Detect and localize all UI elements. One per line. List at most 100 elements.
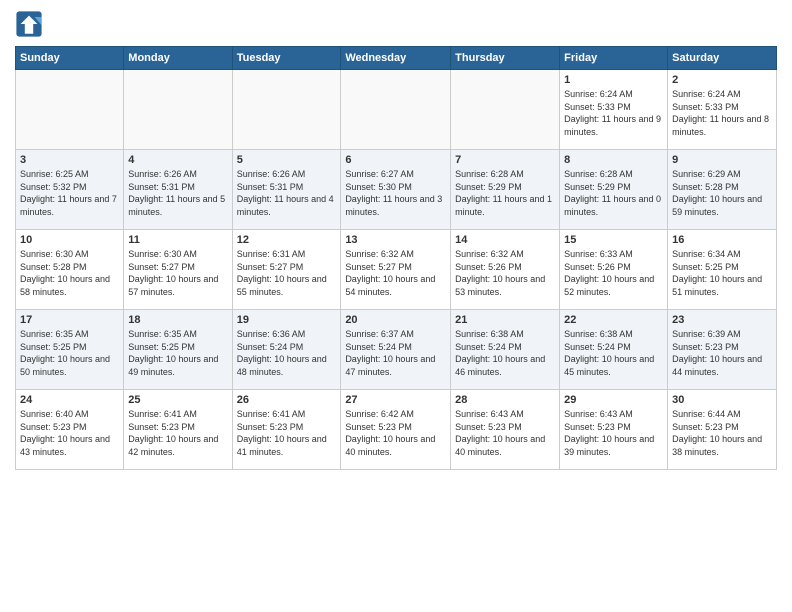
day-number: 19: [237, 314, 337, 326]
calendar-cell: 25 Sunrise: 6:41 AM Sunset: 5:23 PM Dayli…: [124, 390, 232, 470]
weekday-header: Monday: [124, 47, 232, 70]
calendar-cell: 1 Sunrise: 6:24 AM Sunset: 5:33 PM Daylig…: [560, 70, 668, 150]
day-info: Sunrise: 6:44 AM Sunset: 5:23 PM Dayligh…: [672, 408, 772, 458]
day-info: Sunrise: 6:41 AM Sunset: 5:23 PM Dayligh…: [128, 408, 227, 458]
day-number: 11: [128, 234, 227, 246]
calendar-header-row: SundayMondayTuesdayWednesdayThursdayFrid…: [16, 47, 777, 70]
day-info: Sunrise: 6:40 AM Sunset: 5:23 PM Dayligh…: [20, 408, 119, 458]
calendar-week-row: 3 Sunrise: 6:25 AM Sunset: 5:32 PM Daylig…: [16, 150, 777, 230]
day-number: 16: [672, 234, 772, 246]
day-number: 22: [564, 314, 663, 326]
day-info: Sunrise: 6:28 AM Sunset: 5:29 PM Dayligh…: [564, 168, 663, 218]
calendar-cell: 4 Sunrise: 6:26 AM Sunset: 5:31 PM Daylig…: [124, 150, 232, 230]
calendar-cell: [451, 70, 560, 150]
calendar-cell: [124, 70, 232, 150]
day-info: Sunrise: 6:32 AM Sunset: 5:26 PM Dayligh…: [455, 248, 555, 298]
day-info: Sunrise: 6:36 AM Sunset: 5:24 PM Dayligh…: [237, 328, 337, 378]
day-number: 7: [455, 154, 555, 166]
calendar-cell: 7 Sunrise: 6:28 AM Sunset: 5:29 PM Daylig…: [451, 150, 560, 230]
day-number: 25: [128, 394, 227, 406]
calendar-cell: 22 Sunrise: 6:38 AM Sunset: 5:24 PM Dayli…: [560, 310, 668, 390]
day-number: 29: [564, 394, 663, 406]
day-number: 13: [345, 234, 446, 246]
calendar-cell: 30 Sunrise: 6:44 AM Sunset: 5:23 PM Dayli…: [668, 390, 777, 470]
calendar-cell: 24 Sunrise: 6:40 AM Sunset: 5:23 PM Dayli…: [16, 390, 124, 470]
day-info: Sunrise: 6:24 AM Sunset: 5:33 PM Dayligh…: [672, 88, 772, 138]
day-info: Sunrise: 6:35 AM Sunset: 5:25 PM Dayligh…: [20, 328, 119, 378]
calendar-cell: 21Sunrise: 6:38 AM Sunset: 5:24 PM Dayli…: [451, 310, 560, 390]
day-info: Sunrise: 6:35 AM Sunset: 5:25 PM Dayligh…: [128, 328, 227, 378]
weekday-header: Friday: [560, 47, 668, 70]
weekday-header: Wednesday: [341, 47, 451, 70]
day-number: 27: [345, 394, 446, 406]
day-info: Sunrise: 6:25 AM Sunset: 5:32 PM Dayligh…: [20, 168, 119, 218]
day-number: 3: [20, 154, 119, 166]
day-info: Sunrise: 6:31 AM Sunset: 5:27 PM Dayligh…: [237, 248, 337, 298]
calendar-cell: 14 Sunrise: 6:32 AM Sunset: 5:26 PM Dayli…: [451, 230, 560, 310]
day-info: Sunrise: 6:26 AM Sunset: 5:31 PM Dayligh…: [237, 168, 337, 218]
day-number: 9: [672, 154, 772, 166]
calendar-cell: 2 Sunrise: 6:24 AM Sunset: 5:33 PM Daylig…: [668, 70, 777, 150]
calendar-cell: [341, 70, 451, 150]
day-info: Sunrise: 6:27 AM Sunset: 5:30 PM Dayligh…: [345, 168, 446, 218]
calendar-week-row: 24 Sunrise: 6:40 AM Sunset: 5:23 PM Dayli…: [16, 390, 777, 470]
page-container: SundayMondayTuesdayWednesdayThursdayFrid…: [0, 0, 792, 612]
calendar-cell: 27 Sunrise: 6:42 AM Sunset: 5:23 PM Dayli…: [341, 390, 451, 470]
calendar-cell: 10 Sunrise: 6:30 AM Sunset: 5:28 PM Dayli…: [16, 230, 124, 310]
day-info: Sunrise: 6:43 AM Sunset: 5:23 PM Dayligh…: [455, 408, 555, 458]
day-number: 23: [672, 314, 772, 326]
day-info: Sunrise: 6:30 AM Sunset: 5:28 PM Dayligh…: [20, 248, 119, 298]
calendar-cell: [232, 70, 341, 150]
calendar-cell: 3 Sunrise: 6:25 AM Sunset: 5:32 PM Daylig…: [16, 150, 124, 230]
day-number: 24: [20, 394, 119, 406]
day-number: 26: [237, 394, 337, 406]
calendar-cell: 17 Sunrise: 6:35 AM Sunset: 5:25 PM Dayli…: [16, 310, 124, 390]
day-info: Sunrise: 6:41 AM Sunset: 5:23 PM Dayligh…: [237, 408, 337, 458]
day-number: 5: [237, 154, 337, 166]
day-number: 10: [20, 234, 119, 246]
day-info: Sunrise: 6:43 AM Sunset: 5:23 PM Dayligh…: [564, 408, 663, 458]
day-info: Sunrise: 6:32 AM Sunset: 5:27 PM Dayligh…: [345, 248, 446, 298]
calendar-cell: 26 Sunrise: 6:41 AM Sunset: 5:23 PM Dayli…: [232, 390, 341, 470]
day-info: Sunrise: 6:34 AM Sunset: 5:25 PM Dayligh…: [672, 248, 772, 298]
day-number: 17: [20, 314, 119, 326]
calendar-cell: 9 Sunrise: 6:29 AM Sunset: 5:28 PM Daylig…: [668, 150, 777, 230]
day-info: Sunrise: 6:26 AM Sunset: 5:31 PM Dayligh…: [128, 168, 227, 218]
weekday-header: Sunday: [16, 47, 124, 70]
calendar-week-row: 10 Sunrise: 6:30 AM Sunset: 5:28 PM Dayli…: [16, 230, 777, 310]
calendar-cell: 19 Sunrise: 6:36 AM Sunset: 5:24 PM Dayli…: [232, 310, 341, 390]
day-number: 2: [672, 74, 772, 86]
calendar-cell: 8 Sunrise: 6:28 AM Sunset: 5:29 PM Daylig…: [560, 150, 668, 230]
day-number: 4: [128, 154, 227, 166]
day-info: Sunrise: 6:42 AM Sunset: 5:23 PM Dayligh…: [345, 408, 446, 458]
weekday-header: Tuesday: [232, 47, 341, 70]
calendar-cell: 16 Sunrise: 6:34 AM Sunset: 5:25 PM Dayli…: [668, 230, 777, 310]
calendar-cell: 20 Sunrise: 6:37 AM Sunset: 5:24 PM Dayli…: [341, 310, 451, 390]
day-number: 15: [564, 234, 663, 246]
calendar-week-row: 1 Sunrise: 6:24 AM Sunset: 5:33 PM Daylig…: [16, 70, 777, 150]
calendar-cell: 12Sunrise: 6:31 AM Sunset: 5:27 PM Dayli…: [232, 230, 341, 310]
day-info: Sunrise: 6:38 AM Sunset: 5:24 PM Dayligh…: [564, 328, 663, 378]
day-info: Sunrise: 6:28 AM Sunset: 5:29 PM Dayligh…: [455, 168, 555, 218]
calendar-cell: 13 Sunrise: 6:32 AM Sunset: 5:27 PM Dayli…: [341, 230, 451, 310]
day-info: Sunrise: 6:29 AM Sunset: 5:28 PM Dayligh…: [672, 168, 772, 218]
calendar-cell: 18Sunrise: 6:35 AM Sunset: 5:25 PM Dayli…: [124, 310, 232, 390]
calendar-cell: 29 Sunrise: 6:43 AM Sunset: 5:23 PM Dayli…: [560, 390, 668, 470]
calendar-week-row: 17 Sunrise: 6:35 AM Sunset: 5:25 PM Dayli…: [16, 310, 777, 390]
day-number: 20: [345, 314, 446, 326]
weekday-header: Saturday: [668, 47, 777, 70]
calendar-cell: [16, 70, 124, 150]
day-info: Sunrise: 6:24 AM Sunset: 5:33 PM Dayligh…: [564, 88, 663, 138]
day-number: 1: [564, 74, 663, 86]
calendar-cell: 6 Sunrise: 6:27 AM Sunset: 5:30 PM Daylig…: [341, 150, 451, 230]
day-info: Sunrise: 6:39 AM Sunset: 5:23 PM Dayligh…: [672, 328, 772, 378]
day-number: 14: [455, 234, 555, 246]
logo: [15, 10, 47, 38]
calendar-cell: 28Sunrise: 6:43 AM Sunset: 5:23 PM Dayli…: [451, 390, 560, 470]
day-info: Sunrise: 6:37 AM Sunset: 5:24 PM Dayligh…: [345, 328, 446, 378]
day-number: 21: [455, 314, 555, 326]
day-number: 6: [345, 154, 446, 166]
day-number: 30: [672, 394, 772, 406]
day-number: 8: [564, 154, 663, 166]
day-info: Sunrise: 6:33 AM Sunset: 5:26 PM Dayligh…: [564, 248, 663, 298]
